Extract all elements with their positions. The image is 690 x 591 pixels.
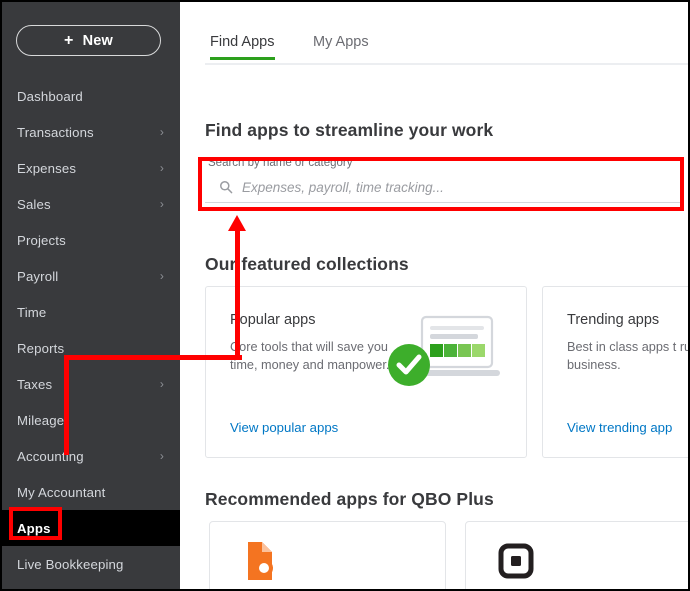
sidebar-item-label: Dashboard [17,88,83,104]
sidebar-item-reports[interactable]: Reports [2,330,180,366]
bill-dot-com-icon: b [240,538,286,584]
sidebar-item-label: Sales [17,196,51,212]
sidebar-item-label: Taxes [17,376,53,392]
annotation-apps-highlight [9,507,62,540]
app-tile-square[interactable] [465,521,688,589]
square-icon [493,538,539,584]
sidebar-item-label: Projects [17,232,66,248]
plus-icon: + [64,31,74,49]
sidebar-item-live-bookkeeping[interactable]: Live Bookkeeping [2,546,180,582]
sidebar-item-mileage[interactable]: Mileage [2,402,180,438]
quickbooks-apps-screen: + New Dashboard Transactions › Expenses › Sal… [0,0,690,591]
collection-card-trending[interactable]: Trending apps Best in class apps t run y… [542,286,688,458]
chevron-right-icon: › [159,125,164,139]
view-trending-apps-link[interactable]: View trending app [567,420,672,435]
tab-find-apps[interactable]: Find Apps [210,34,275,60]
sidebar-item-accounting[interactable]: Accounting › [2,438,180,474]
sidebar-item-label: Payroll [17,268,59,284]
annotation-connector-vertical-left [64,355,69,455]
chevron-right-icon: › [159,377,164,391]
collection-card-popular[interactable]: Popular apps Core tools that will save y… [205,286,527,458]
annotation-connector-horizontal [64,355,242,360]
sidebar-item-my-accountant[interactable]: My Accountant [2,474,180,510]
sidebar-item-transactions[interactable]: Transactions › [2,114,180,150]
recommended-apps-heading: Recommended apps for QBO Plus [205,489,494,509]
sidebar-item-taxes[interactable]: Taxes › [2,366,180,402]
laptop-with-check-icon [386,313,508,391]
annotation-connector-vertical-arrow [235,227,240,360]
view-popular-apps-link[interactable]: View popular apps [230,420,338,435]
tab-divider [205,63,688,65]
chevron-right-icon: › [159,269,164,283]
sidebar-item-dashboard[interactable]: Dashboard [2,78,180,114]
sidebar-item-payroll[interactable]: Payroll › [2,258,180,294]
app-tile-bill[interactable]: b [209,521,446,589]
chevron-right-icon: › [159,449,164,463]
card-description: Core tools that will save you time, mone… [230,340,390,372]
sidebar-item-expenses[interactable]: Expenses › [2,150,180,186]
chevron-right-icon: › [159,197,164,211]
sidebar-item-time[interactable]: Time [2,294,180,330]
card-title: Popular apps [230,312,316,328]
card-title: Trending apps [567,312,660,328]
sidebar-item-label: Transactions [17,124,94,140]
tab-my-apps[interactable]: My Apps [313,34,369,60]
new-button[interactable]: + New [16,25,161,56]
annotation-search-highlight [198,157,684,211]
sidebar-item-label: Live Bookkeeping [17,556,124,572]
card-description: Best in class apps t run your business. [567,340,688,372]
sidebar-item-label: My Accountant [17,484,106,500]
sidebar-item-sales[interactable]: Sales › [2,186,180,222]
sidebar-item-label: Accounting [17,448,84,464]
sidebar-item-label: Mileage [17,412,65,428]
main-content: Find Apps My Apps Find apps to streamlin… [180,2,688,589]
new-button-label: New [82,32,113,49]
find-apps-heading: Find apps to streamline your work [205,120,494,140]
sidebar-item-projects[interactable]: Projects [2,222,180,258]
tab-bar: Find Apps My Apps [180,2,688,65]
sidebar-item-label: Time [17,304,47,320]
sidebar-item-label: Expenses [17,160,77,176]
sidebar-item-label: Reports [17,340,65,356]
annotation-arrowhead-icon [228,215,246,231]
chevron-right-icon: › [159,161,164,175]
left-sidebar: + New Dashboard Transactions › Expenses › Sal… [2,2,180,589]
